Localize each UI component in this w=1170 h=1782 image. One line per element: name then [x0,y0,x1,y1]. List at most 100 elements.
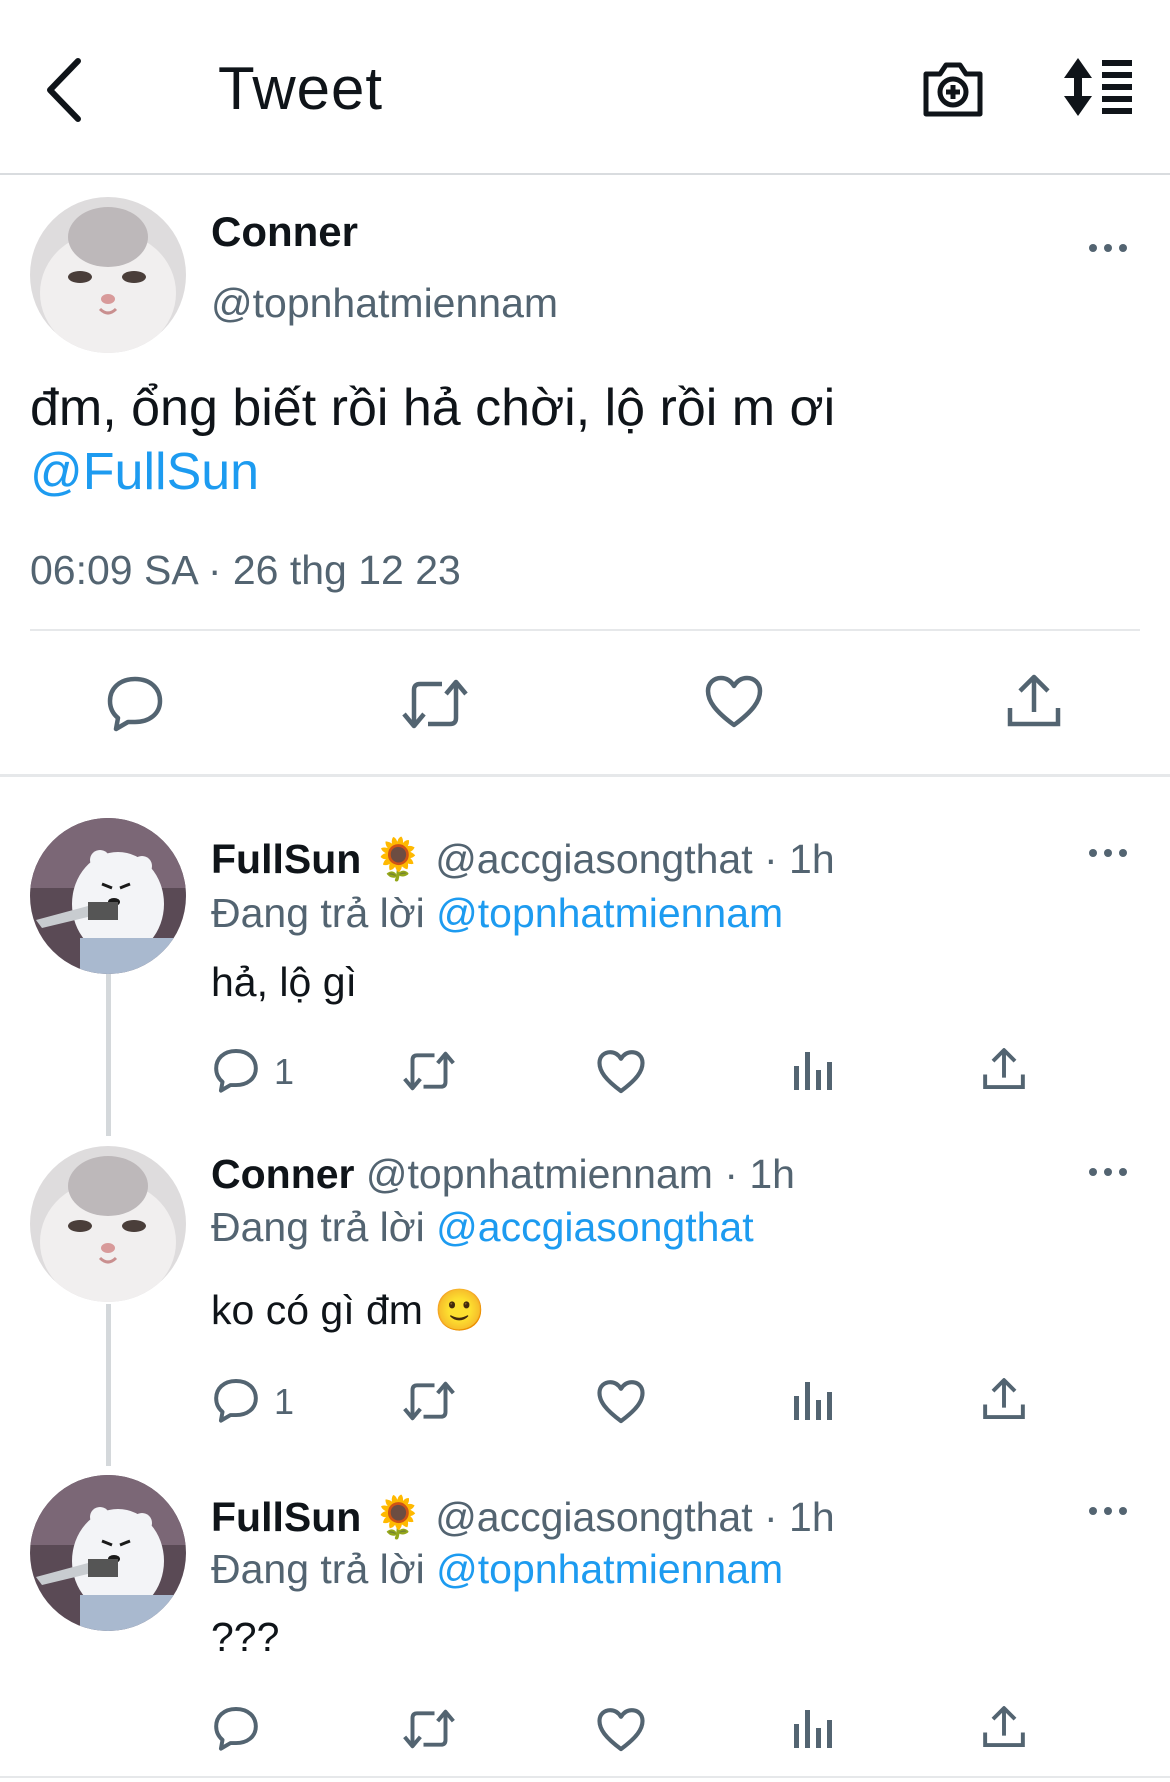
like-button[interactable] [597,1707,645,1753]
like-button[interactable] [597,1379,645,1425]
analytics-icon [794,1382,832,1420]
share-button[interactable] [982,1046,1026,1092]
analytics-icon [794,1710,832,1748]
sunflower-badge: 🌻 [372,1493,424,1541]
reply-icon [214,1378,258,1423]
divider [0,1776,1170,1778]
replying-to-label: Đang trả lời [211,1546,425,1592]
analytics-icon [794,1052,832,1090]
cat-avatar-image [30,197,186,353]
share-button[interactable] [982,1704,1026,1750]
retweet-button[interactable] [402,1707,456,1751]
reply-count: 1 [274,1381,295,1422]
retweet-button[interactable] [402,1049,456,1093]
share-icon [983,1048,1025,1090]
heart-icon [597,1380,645,1424]
bear-avatar-image [30,818,186,974]
replying-to-label: Đang trả lời [211,890,425,936]
reply-count: 1 [274,1051,295,1092]
reply-button[interactable] [213,1047,259,1093]
reply-header: Conner @topnhatmiennam · 1h [211,1151,795,1198]
mention-link[interactable]: @topnhatmiennam [436,1546,783,1592]
author-handle[interactable]: @topnhatmiennam [211,280,558,327]
bear-avatar-image [30,1475,186,1631]
mention-link[interactable]: @FullSun [30,443,259,501]
views-button[interactable] [792,1706,834,1750]
heart-icon [597,1708,645,1752]
share-icon [1007,674,1061,727]
reply-icon [214,1706,258,1751]
chevron-left-icon [47,58,81,122]
retweet-icon [403,1051,455,1091]
retweet-button[interactable] [402,676,468,732]
avatar[interactable] [30,1475,186,1631]
retweet-button[interactable] [402,1379,456,1423]
reply-icon [107,676,163,732]
like-button[interactable] [597,1049,645,1095]
heart-icon [597,1050,645,1094]
sort-button[interactable] [1060,56,1135,118]
more-button[interactable] [1083,1496,1133,1526]
share-button[interactable] [1006,672,1062,730]
thread-line [106,974,111,1136]
mention-link[interactable]: @topnhatmiennam [436,890,783,936]
more-button[interactable] [1083,838,1133,868]
share-icon [983,1378,1025,1420]
reply-author-handle[interactable]: @topnhatmiennam · 1h [366,1151,795,1197]
reply-header: FullSun 🌻 @accgiasongthat · 1h [211,835,835,884]
like-button[interactable] [705,675,763,729]
top-bar: Tweet [0,0,1170,175]
retweet-icon [403,1381,455,1421]
share-icon [983,1706,1025,1748]
reply-author-handle[interactable]: @accgiasongthat · 1h [435,836,834,882]
reply-header: FullSun 🌻 @accgiasongthat · 1h [211,1493,835,1542]
replying-to: Đang trả lời @accgiasongthat [211,1204,754,1251]
more-icon [1089,244,1127,252]
reply-button[interactable] [106,674,164,732]
page-title: Tweet [218,55,384,122]
avatar[interactable] [30,818,186,974]
smile-emoji: 🙂 [434,1286,486,1334]
retweet-icon [402,679,468,729]
reply-text: hả, lộ gì [211,959,357,1005]
thread-line [106,1304,111,1466]
more-button[interactable] [1083,1157,1133,1187]
heart-icon [705,675,763,728]
cat-avatar-image [30,1146,186,1302]
tweet-text: đm, ổng biết rồi hả chời, lộ rồi m ơi @F… [30,376,1130,504]
reply-icon [214,1048,258,1093]
more-icon [1089,1507,1127,1515]
reply-author-name[interactable]: FullSun [211,1494,361,1540]
reply-button[interactable] [213,1377,259,1423]
more-button[interactable] [1083,233,1133,263]
reply-author-name[interactable]: FullSun [211,836,361,882]
camera-plus-icon [923,62,983,117]
replying-to: Đang trả lời @topnhatmiennam [211,1546,783,1593]
reply-author-name[interactable]: Conner [211,1151,355,1197]
divider [0,774,1170,777]
replying-to-label: Đang trả lời [211,1204,425,1250]
back-button[interactable] [42,55,92,125]
author-name[interactable]: Conner [211,208,358,256]
mention-link[interactable]: @accgiasongthat [436,1204,753,1250]
reply-author-handle[interactable]: @accgiasongthat · 1h [435,1494,834,1540]
reply-button[interactable] [213,1705,259,1751]
reply-body: ko có gì đm [211,1287,423,1333]
reply-text: ko có gì đm 🙂 [211,1286,485,1335]
replying-to: Đang trả lời @topnhatmiennam [211,890,783,937]
more-icon [1089,849,1127,857]
tweet-timestamp[interactable]: 06:09 SA · 26 thg 12 23 [30,547,461,594]
sunflower-badge: 🌻 [372,835,424,883]
more-icon [1089,1168,1127,1176]
avatar[interactable] [30,197,186,353]
tweet-body: đm, ổng biết rồi hả chời, lộ rồi m ơi [30,379,836,437]
sort-icon [1064,58,1132,116]
views-button[interactable] [792,1378,834,1422]
retweet-icon [403,1709,455,1749]
camera-button[interactable] [920,56,986,120]
share-button[interactable] [982,1376,1026,1422]
avatar[interactable] [30,1146,186,1302]
views-button[interactable] [792,1048,834,1092]
reply-text: ??? [211,1614,280,1660]
divider [30,629,1140,631]
